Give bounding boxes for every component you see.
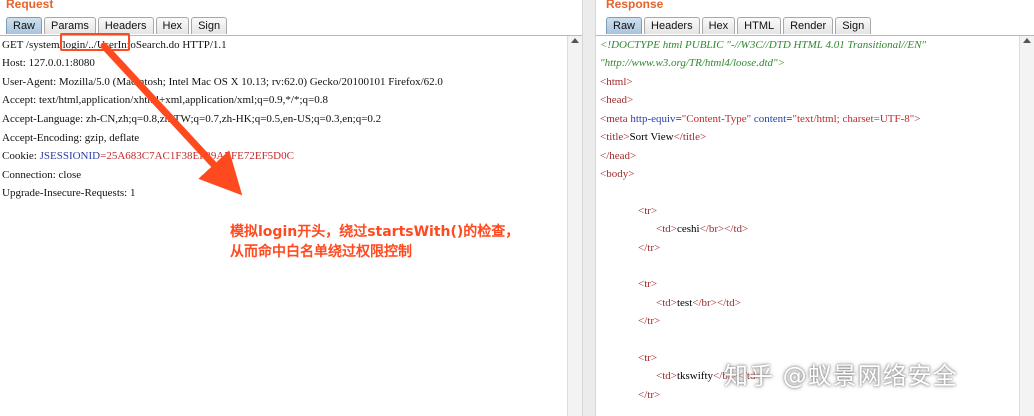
tab-render[interactable]: Render bbox=[783, 17, 834, 34]
tab-headers[interactable]: Headers bbox=[644, 17, 700, 34]
td-open-tag: <td> bbox=[656, 297, 677, 309]
meta-attr-2: content bbox=[753, 113, 787, 125]
tr-open-tag: <tr> bbox=[638, 205, 658, 217]
tab-sign[interactable]: Sign bbox=[835, 17, 872, 34]
body-open-tag: <body> bbox=[600, 168, 635, 180]
td-close-tag: </td> bbox=[716, 297, 741, 309]
head-close-tag: </head> bbox=[600, 150, 637, 162]
panel-splitter[interactable] bbox=[582, 0, 596, 416]
td-text: test bbox=[676, 297, 693, 309]
meta-attr-1: http-equiv bbox=[630, 113, 676, 125]
br-tag: </br> bbox=[692, 297, 717, 309]
doctype-line-1: <!DOCTYPE html PUBLIC "-//W3C//DTD HTML … bbox=[600, 39, 927, 51]
doctype-line-2: "http://www.w3.org/TR/html4/loose.dtd"> bbox=[600, 57, 786, 69]
annotation-text: 模拟login开头，绕过startsWith()的检查， 从而命中白名单绕过权限… bbox=[230, 222, 519, 262]
request-panel: Request Raw Params Headers Hex Sign GET … bbox=[0, 0, 582, 416]
tab-hex[interactable]: Hex bbox=[155, 17, 190, 34]
tr-open-tag: <tr> bbox=[638, 278, 658, 290]
td-open-tag: <td> bbox=[656, 223, 677, 235]
watermark: 知乎 @蚁景网络安全 bbox=[724, 362, 958, 390]
header-host: Host: 127.0.0.1:8080 bbox=[2, 57, 95, 69]
tr-close-tag: </tr> bbox=[638, 389, 661, 401]
html-open-tag: <html> bbox=[600, 76, 633, 88]
br-tag: </br> bbox=[699, 223, 725, 235]
annotation-line-1: 模拟login开头，绕过startsWith()的检查， bbox=[230, 224, 520, 240]
meta-val-2: "text/html; charset=UTF-8" bbox=[792, 113, 915, 125]
annotation-arrow-icon bbox=[100, 42, 243, 196]
meta-val-1: "Content-Type" bbox=[681, 113, 752, 125]
header-connection: Connection: close bbox=[2, 169, 82, 181]
tab-html[interactable]: HTML bbox=[737, 17, 782, 34]
response-title: Response bbox=[606, 0, 664, 11]
cookie-key: JSESSIONID bbox=[39, 150, 101, 162]
meta-line: <meta http-equiv="Content-Type" content=… bbox=[600, 113, 920, 125]
tab-sign[interactable]: Sign bbox=[191, 17, 228, 34]
tab-headers[interactable]: Headers bbox=[97, 17, 154, 34]
td-open-tag: <td> bbox=[656, 370, 677, 382]
tab-raw[interactable]: Raw bbox=[606, 17, 643, 34]
scroll-up-arrow-icon[interactable] bbox=[571, 38, 579, 43]
td-text: tkswifty bbox=[676, 370, 714, 382]
response-tabs: Raw Headers Hex HTML Render Sign bbox=[606, 17, 873, 35]
request-scrollbar[interactable] bbox=[567, 36, 582, 416]
title-open-tag: <title> bbox=[600, 131, 630, 143]
title-close-tag: </title> bbox=[673, 131, 707, 143]
meta-close: > bbox=[914, 113, 921, 125]
scroll-up-arrow-icon[interactable] bbox=[1023, 38, 1031, 43]
request-title: Request bbox=[6, 0, 54, 11]
tab-hex[interactable]: Hex bbox=[701, 17, 736, 34]
td-line: <td>ceshi</br></td> bbox=[656, 223, 748, 235]
response-panel: Response Raw Headers Hex HTML Render Sig… bbox=[596, 0, 1034, 416]
tab-raw[interactable]: Raw bbox=[6, 17, 43, 34]
tr-close-tag: </tr> bbox=[638, 242, 661, 254]
td-text: ceshi bbox=[676, 223, 700, 235]
meta-open: <meta bbox=[600, 113, 631, 125]
cookie-label: Cookie: bbox=[2, 150, 40, 162]
tr-close-tag: </tr> bbox=[638, 315, 661, 327]
td-close-tag: </td> bbox=[724, 223, 749, 235]
tr-open-tag: <tr> bbox=[638, 352, 658, 364]
title-text: Sort View bbox=[629, 131, 674, 143]
tab-params[interactable]: Params bbox=[44, 17, 96, 34]
td-line: <td>test</br></td> bbox=[656, 297, 741, 309]
response-scrollbar[interactable] bbox=[1019, 36, 1034, 416]
annotation-line-2: 从而命中白名单绕过权限控制 bbox=[230, 244, 412, 260]
head-open-tag: <head> bbox=[600, 94, 634, 106]
title-line: <title>Sort View</title> bbox=[600, 131, 706, 143]
